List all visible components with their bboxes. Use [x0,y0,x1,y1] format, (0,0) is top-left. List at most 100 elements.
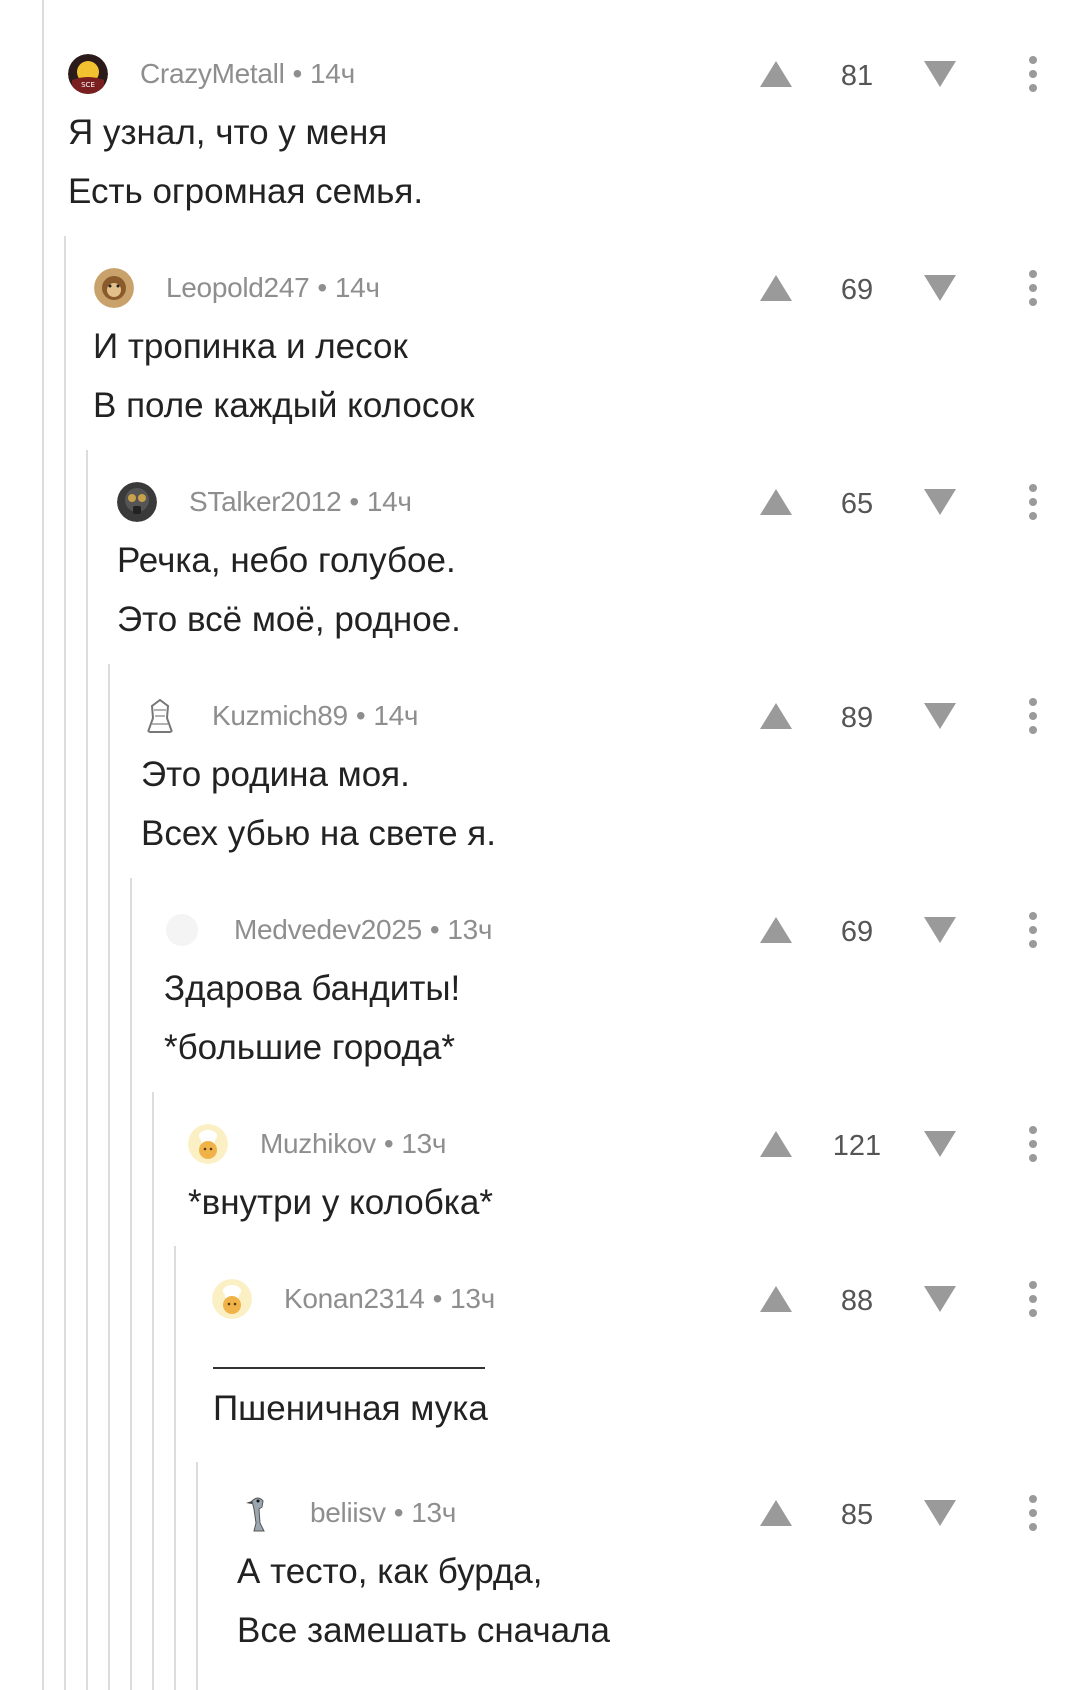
comment-time: 13ч [450,1283,495,1314]
sunset-avatar[interactable]: SCE [68,54,108,94]
comment-text: Я узнал, что у меня Есть огромная семья. [68,103,423,221]
more-options-button[interactable] [1018,1491,1048,1535]
chef-avatar[interactable] [212,1279,252,1319]
upvote-button[interactable] [756,1493,796,1533]
comment-line: Есть огромная семья. [68,172,424,211]
comment-header: Konan2314 • 13ч [212,1277,495,1321]
author-meta: Leopold247 • 14ч [166,272,380,304]
upvote-button[interactable] [756,696,796,736]
comment-text: А тесто, как бурда, Все замешать сначала [237,1542,610,1660]
downvote-button[interactable] [920,54,960,94]
comment-time: 13ч [411,1497,457,1528]
downvote-button[interactable] [920,1493,960,1533]
upvote-button[interactable] [756,1279,796,1319]
triangle-up-icon [760,1131,792,1157]
triangle-down-icon [924,275,956,301]
upvote-button[interactable] [756,1124,796,1164]
author-name[interactable]: Leopold247 [166,272,310,303]
author-name[interactable]: Konan2314 [284,1283,425,1314]
comment-text: Речка, небо голубое. Это всё моё, родное… [117,531,461,649]
comment-header: beliisv • 13ч [238,1491,456,1535]
horizontal-rule [213,1367,485,1369]
svg-text:SCE: SCE [81,81,95,89]
author-meta: Medvedev2025 • 13ч [234,914,493,946]
comment-time: 13ч [447,914,493,945]
meta-separator: • [429,914,440,945]
author-name[interactable]: CrazyMetall [140,58,285,89]
author-meta: CrazyMetall • 14ч [140,58,355,90]
more-options-button[interactable] [1018,694,1048,738]
gasmask-avatar[interactable] [117,482,157,522]
downvote-button[interactable] [920,268,960,308]
three-dots-vertical-icon [1029,698,1037,734]
triangle-up-icon [760,275,792,301]
meta-separator: • [349,486,359,517]
more-options-button[interactable] [1018,52,1048,96]
comment-line: А тесто, как бурда, [237,1552,543,1591]
author-meta: Kuzmich89 • 14ч [212,700,418,732]
author-name[interactable]: Muzhikov [260,1128,376,1159]
triangle-down-icon [924,1286,956,1312]
comment-text: *внутри у колобка* [188,1173,493,1232]
comment-header: SCE CrazyMetall • 14ч [68,52,355,96]
comment-score: 81 [840,60,874,92]
meta-separator: • [355,700,366,731]
triangle-down-icon [924,917,956,943]
comment-header: Medvedev2025 • 13ч [162,908,493,952]
comment-line: Все замешать сначала [237,1611,610,1650]
author-name[interactable]: STalker2012 [189,486,342,517]
chef-avatar[interactable] [188,1124,228,1164]
blank-avatar[interactable] [162,910,202,950]
comment-time: 14ч [310,58,355,89]
thread-line [196,1462,198,1690]
comment-time: 14ч [373,700,419,731]
triangle-up-icon [760,703,792,729]
triangle-down-icon [924,1500,956,1526]
comment-score: 65 [840,488,874,520]
downvote-button[interactable] [920,1124,960,1164]
comment-time: 14ч [366,486,412,517]
comment-score: 121 [832,1130,882,1162]
upvote-button[interactable] [756,268,796,308]
author-name[interactable]: Medvedev2025 [234,914,422,945]
comment-line: И тропинка и лесок [93,327,408,366]
comment-line: Пшеничная мука [213,1389,488,1428]
upvote-button[interactable] [756,910,796,950]
comment-line: *внутри у колобка* [188,1183,493,1222]
triangle-up-icon [760,1286,792,1312]
upvote-button[interactable] [756,482,796,522]
author-name[interactable]: beliisv [310,1497,386,1528]
meta-separator: • [383,1128,394,1159]
more-options-button[interactable] [1018,266,1048,310]
more-options-button[interactable] [1018,1277,1048,1321]
three-dots-vertical-icon [1029,1281,1037,1317]
sketch-avatar[interactable] [140,696,180,736]
triangle-down-icon [924,489,956,515]
more-options-button[interactable] [1018,908,1048,952]
comment-score: 69 [840,274,874,306]
downvote-button[interactable] [920,910,960,950]
meta-separator: • [432,1283,443,1314]
three-dots-vertical-icon [1029,484,1037,520]
comment-score: 69 [840,916,874,948]
comment-line: *большие города* [164,1028,455,1067]
downvote-button[interactable] [920,1279,960,1319]
more-options-button[interactable] [1018,480,1048,524]
comments-page: { "comments": [ {"author": "CrazyMetall"… [0,0,1078,1690]
author-meta: Muzhikov • 13ч [260,1128,447,1160]
lion-avatar[interactable] [94,268,134,308]
author-meta: beliisv • 13ч [310,1497,456,1529]
triangle-down-icon [924,1131,956,1157]
downvote-button[interactable] [920,482,960,522]
comment-line: Здарова бандиты! [164,969,461,1008]
triangle-up-icon [760,917,792,943]
upvote-button[interactable] [756,54,796,94]
bird-avatar[interactable] [238,1493,278,1533]
more-options-button[interactable] [1018,1122,1048,1166]
triangle-down-icon [924,703,956,729]
meta-separator: • [317,272,327,303]
thread-line [86,450,88,1690]
author-name[interactable]: Kuzmich89 [212,700,348,731]
downvote-button[interactable] [920,696,960,736]
comment-line: Всех убью на свете я. [141,814,496,853]
